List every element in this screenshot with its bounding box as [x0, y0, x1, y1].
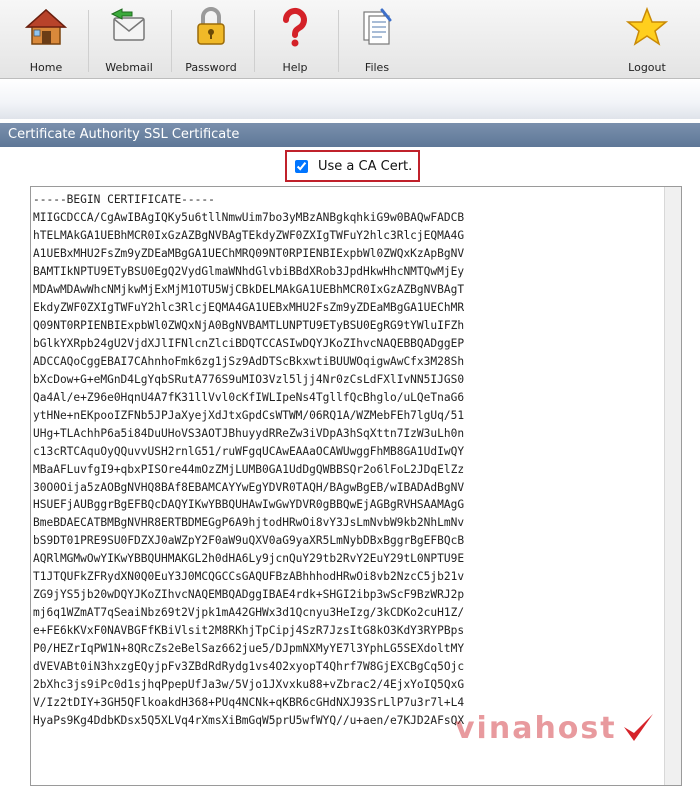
watermark-logo: vinahost [455, 706, 655, 750]
toolbar-separator [338, 10, 339, 72]
files-icon [363, 8, 392, 45]
logout-label: Logout [628, 61, 666, 74]
toolbar-separator [171, 10, 172, 72]
home-icon [25, 8, 67, 45]
home-label: Home [29, 61, 63, 74]
password-label: Password [185, 61, 237, 74]
home-button[interactable]: Home [18, 6, 74, 76]
watermark-text: vinahost [455, 710, 617, 746]
help-label: Help [282, 61, 308, 74]
files-button[interactable]: Files [346, 6, 408, 76]
webmail-button[interactable]: Webmail [98, 6, 160, 76]
toolbar-separator [254, 10, 255, 72]
use-ca-cert-checkbox[interactable] [295, 159, 308, 173]
lock-icon [197, 7, 225, 45]
certificate-scrollbar[interactable] [664, 187, 681, 785]
star-icon [626, 6, 668, 46]
question-mark-icon [282, 7, 307, 47]
webmail-icon [110, 8, 145, 41]
logout-button[interactable]: Logout [616, 6, 678, 76]
certificate-textarea[interactable]: -----BEGIN CERTIFICATE----- MIIGCDCCA/Cg… [30, 186, 682, 786]
section-title: Certificate Authority SSL Certificate [0, 123, 700, 147]
webmail-label: Webmail [105, 61, 153, 74]
certificate-text: -----BEGIN CERTIFICATE----- MIIGCDCCA/Cg… [33, 193, 465, 728]
help-button[interactable]: Help [264, 6, 326, 76]
toolbar-separator [88, 10, 89, 72]
use-ca-cert-label: Use a CA Cert. [318, 158, 413, 174]
files-label: Files [364, 61, 390, 74]
header-banner [0, 79, 700, 119]
password-button[interactable]: Password [180, 6, 242, 76]
use-ca-cert-option[interactable]: Use a CA Cert. [285, 150, 420, 182]
checkmark-icon [623, 714, 653, 741]
top-toolbar: Home Webmail Password Help Files Logout [0, 0, 700, 79]
